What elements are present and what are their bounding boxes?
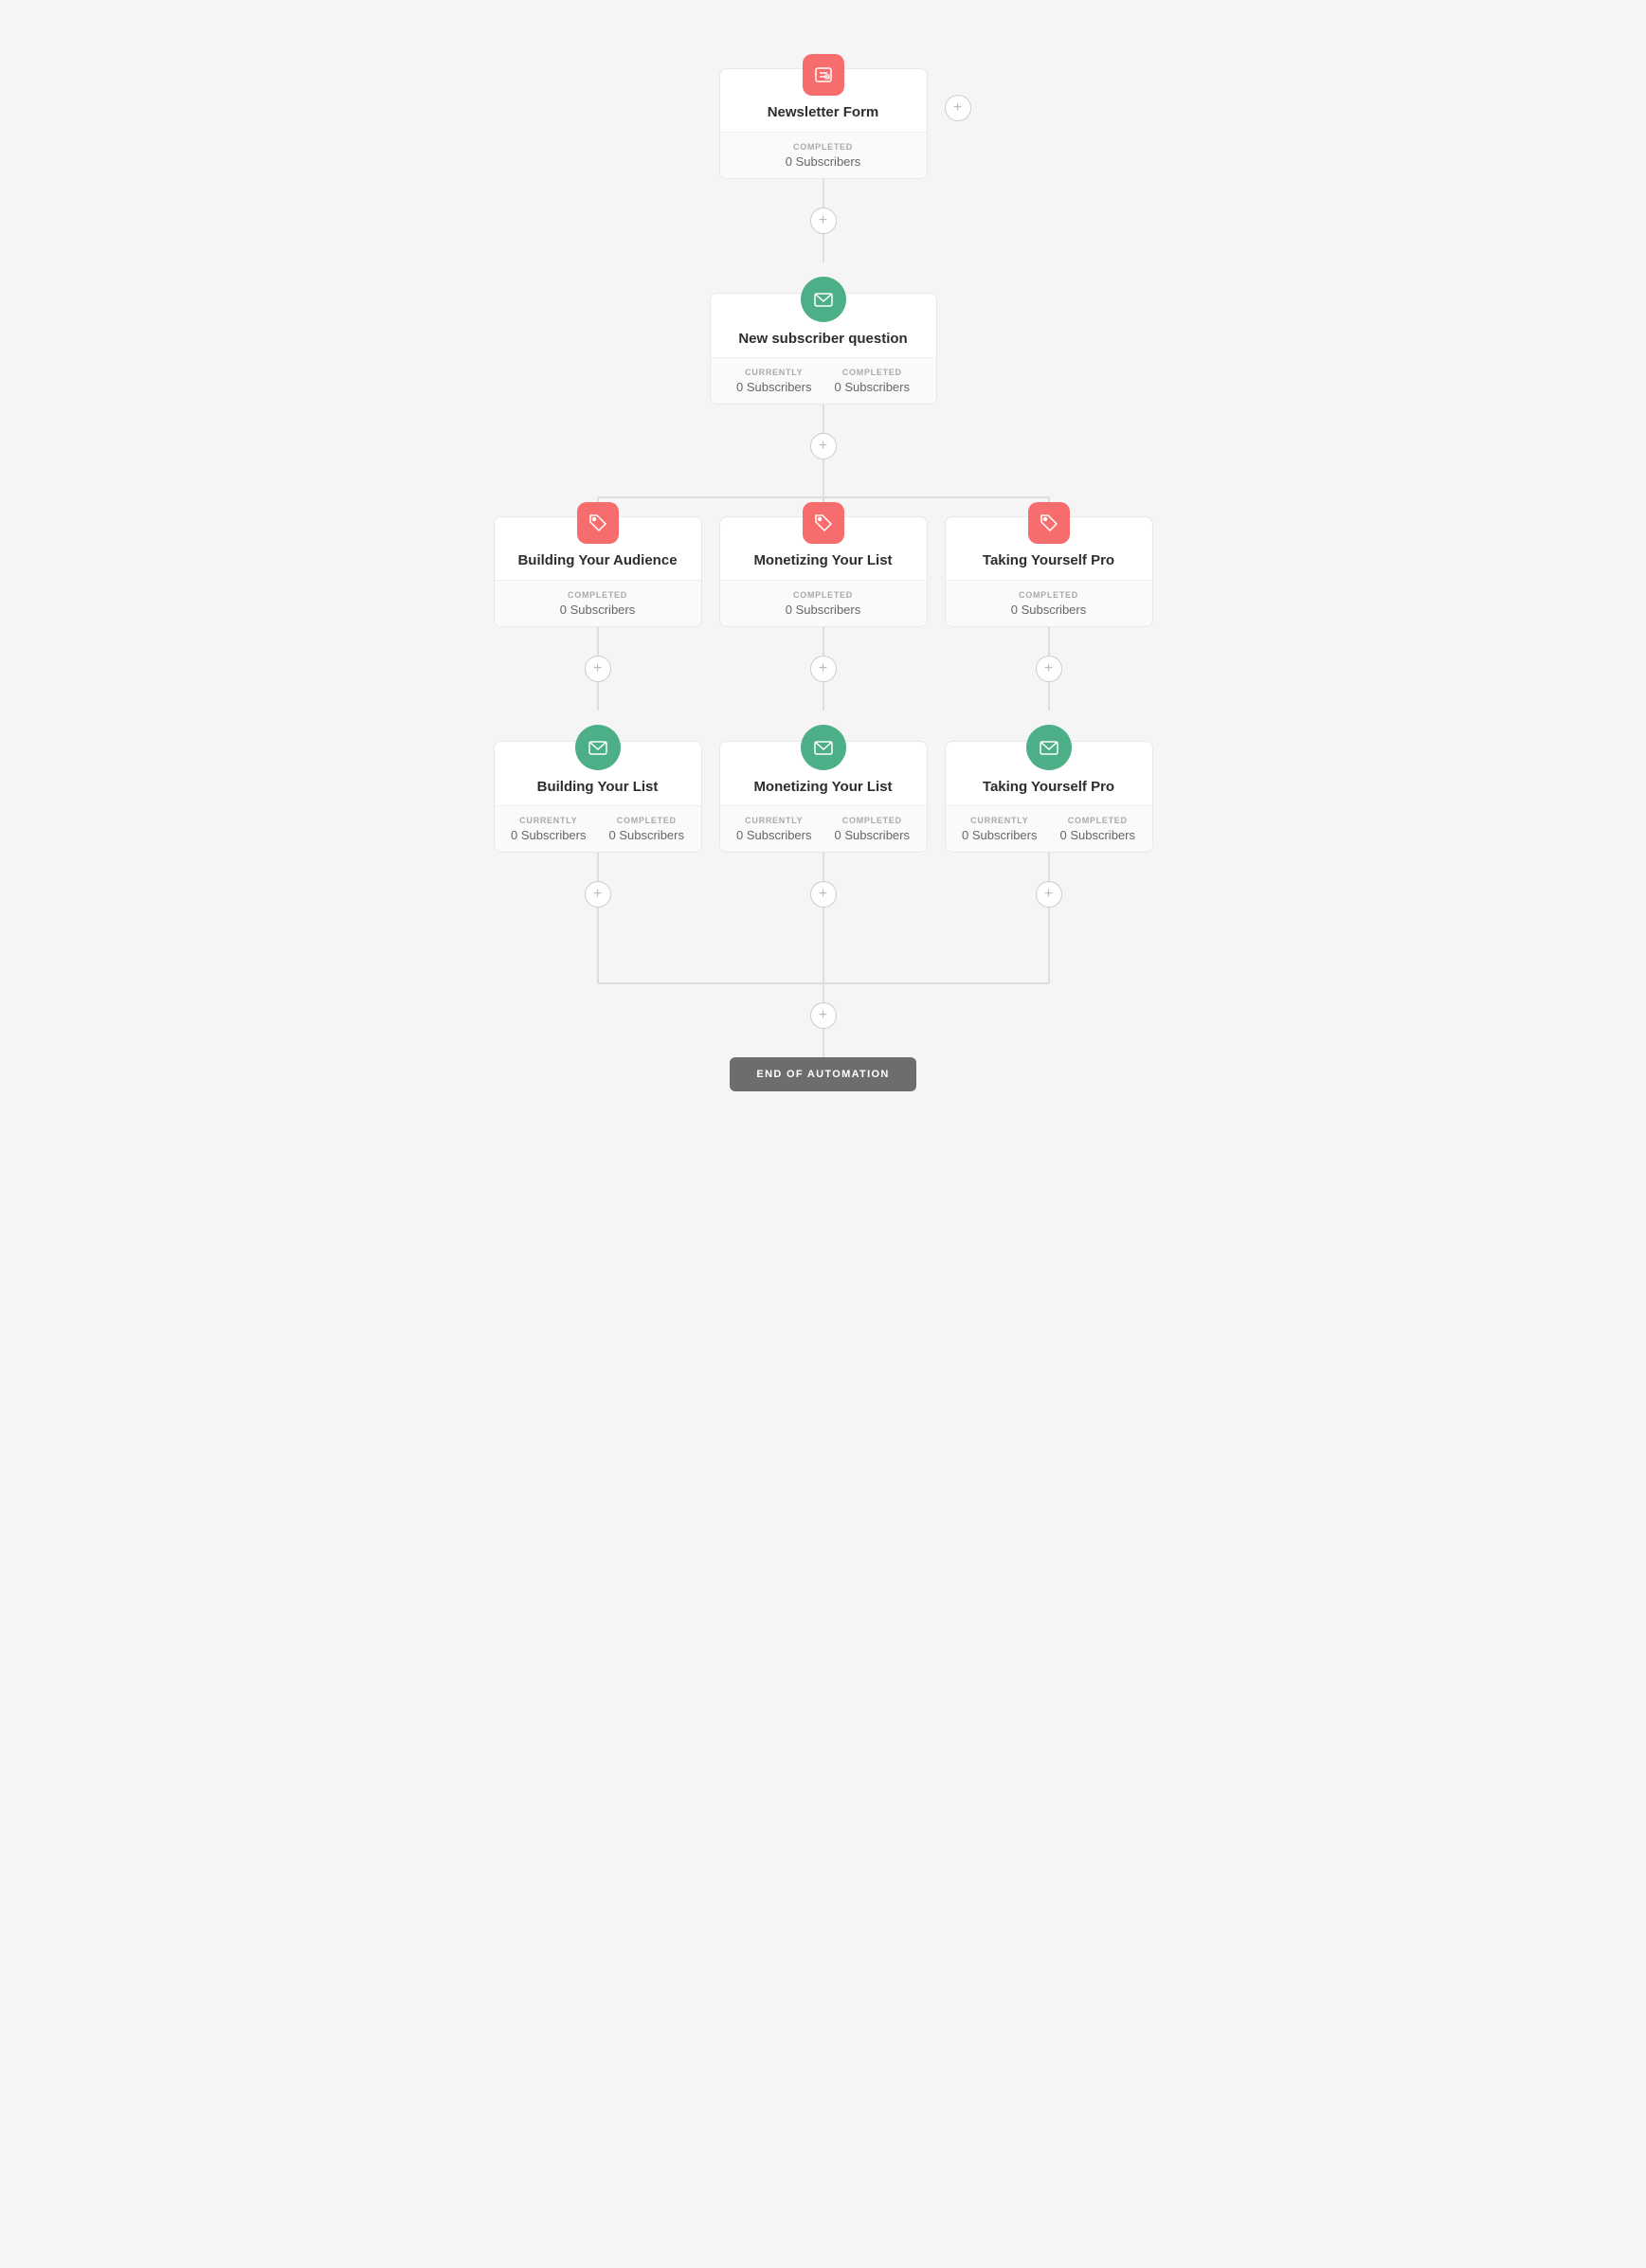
branch-col-left-2: Building Your List CURRENTLY 0 Subscribe… <box>492 711 704 946</box>
new-subscriber-stats: CURRENTLY 0 Subscribers COMPLETED 0 Subs… <box>711 357 936 404</box>
taking-pro-2-card[interactable]: Taking Yourself Pro CURRENTLY 0 Subscrib… <box>945 741 1153 854</box>
connector-center-1 <box>823 627 824 656</box>
connector-left-1 <box>597 627 599 656</box>
tag-icon-1 <box>577 502 619 544</box>
connector-center-3 <box>823 853 824 881</box>
connector-v3 <box>823 405 824 433</box>
automation-canvas: Newsletter Form COMPLETED 0 Subscribers … <box>369 38 1278 1091</box>
plus-right-1[interactable]: + <box>1036 656 1062 682</box>
form-icon <box>803 54 844 96</box>
email-icon-1 <box>801 277 846 322</box>
taking-pro-1-card[interactable]: Taking Yourself Pro COMPLETED 0 Subscrib… <box>945 516 1153 627</box>
plus-after-newsletter[interactable]: + <box>810 207 837 234</box>
connector-right-1 <box>1048 627 1050 656</box>
tag-icon-3 <box>1028 502 1070 544</box>
taking-pro-1-stats: COMPLETED 0 Subscribers <box>946 580 1152 626</box>
newsletter-form-stats: COMPLETED 0 Subscribers <box>720 132 927 178</box>
plus-left-1[interactable]: + <box>585 656 611 682</box>
connector-right-2 <box>1048 682 1050 711</box>
monetizing-list-2-card[interactable]: Monetizing Your List CURRENTLY 0 Subscri… <box>719 741 928 854</box>
connector-v2 <box>823 234 824 262</box>
monetizing-list-1-stats: COMPLETED 0 Subscribers <box>720 580 927 626</box>
building-audience-card[interactable]: Building Your Audience COMPLETED 0 Subsc… <box>494 516 702 627</box>
merge-connector <box>492 945 1155 1002</box>
building-list-stats: CURRENTLY 0 Subscribers COMPLETED 0 Subs… <box>495 805 701 852</box>
plus-center-2[interactable]: + <box>810 881 837 908</box>
monetizing-list-2-stats: CURRENTLY 0 Subscribers COMPLETED 0 Subs… <box>720 805 927 852</box>
connector-v1 <box>823 179 824 207</box>
newsletter-form-section: Newsletter Form COMPLETED 0 Subscribers … <box>369 38 1278 262</box>
connector-center-4 <box>823 908 824 945</box>
branch-col-right: Taking Yourself Pro COMPLETED 0 Subscrib… <box>943 516 1155 711</box>
new-subscriber-card[interactable]: New subscriber question CURRENTLY 0 Subs… <box>710 293 937 405</box>
email-icon-2 <box>575 725 621 770</box>
connector-right-4 <box>1048 908 1050 945</box>
branch-col-center: Monetizing Your List COMPLETED 0 Subscri… <box>717 516 930 711</box>
connector-center-2 <box>823 682 824 711</box>
building-audience-stats: COMPLETED 0 Subscribers <box>495 580 701 626</box>
plus-left-2[interactable]: + <box>585 881 611 908</box>
plus-center-1[interactable]: + <box>810 656 837 682</box>
email-icon-3 <box>801 725 846 770</box>
plus-after-subscriber-question[interactable]: + <box>810 433 837 459</box>
new-subscriber-section: New subscriber question CURRENTLY 0 Subs… <box>369 262 1278 517</box>
connector-left-2 <box>597 682 599 711</box>
connector-bottom <box>823 1029 824 1057</box>
new-subscriber-title: New subscriber question <box>738 330 907 349</box>
branch-row-1: Building Your Audience COMPLETED 0 Subsc… <box>492 516 1155 711</box>
newsletter-form-card[interactable]: Newsletter Form COMPLETED 0 Subscribers <box>719 68 928 179</box>
newsletter-form-side-plus[interactable]: + <box>945 95 971 121</box>
email-icon-4 <box>1026 725 1072 770</box>
monetizing-list-1-card[interactable]: Monetizing Your List COMPLETED 0 Subscri… <box>719 516 928 627</box>
taking-pro-2-title: Taking Yourself Pro <box>983 778 1114 797</box>
taking-pro-2-stats: CURRENTLY 0 Subscribers COMPLETED 0 Subs… <box>946 805 1152 852</box>
merge-svg <box>492 945 1155 1002</box>
building-audience-title: Building Your Audience <box>517 551 677 570</box>
building-list-card[interactable]: Building Your List CURRENTLY 0 Subscribe… <box>494 741 702 854</box>
end-automation-button[interactable]: END OF AUTOMATION <box>730 1057 915 1091</box>
tag-icon-2 <box>803 502 844 544</box>
monetizing-list-2-title: Monetizing Your List <box>753 778 892 797</box>
connector-left-4 <box>597 908 599 945</box>
building-list-title: Building Your List <box>537 778 659 797</box>
branch-col-right-2: Taking Yourself Pro CURRENTLY 0 Subscrib… <box>943 711 1155 946</box>
branch-row-2: Building Your List CURRENTLY 0 Subscribe… <box>492 711 1155 946</box>
connector-left-3 <box>597 853 599 881</box>
taking-pro-1-title: Taking Yourself Pro <box>983 551 1114 570</box>
plus-right-2[interactable]: + <box>1036 881 1062 908</box>
branch-col-left: Building Your Audience COMPLETED 0 Subsc… <box>492 516 704 711</box>
plus-bottom[interactable]: + <box>810 1002 837 1029</box>
connector-right-3 <box>1048 853 1050 881</box>
newsletter-form-title: Newsletter Form <box>768 103 879 122</box>
branch-col-center-2: Monetizing Your List CURRENTLY 0 Subscri… <box>717 711 930 946</box>
monetizing-list-1-title: Monetizing Your List <box>753 551 892 570</box>
